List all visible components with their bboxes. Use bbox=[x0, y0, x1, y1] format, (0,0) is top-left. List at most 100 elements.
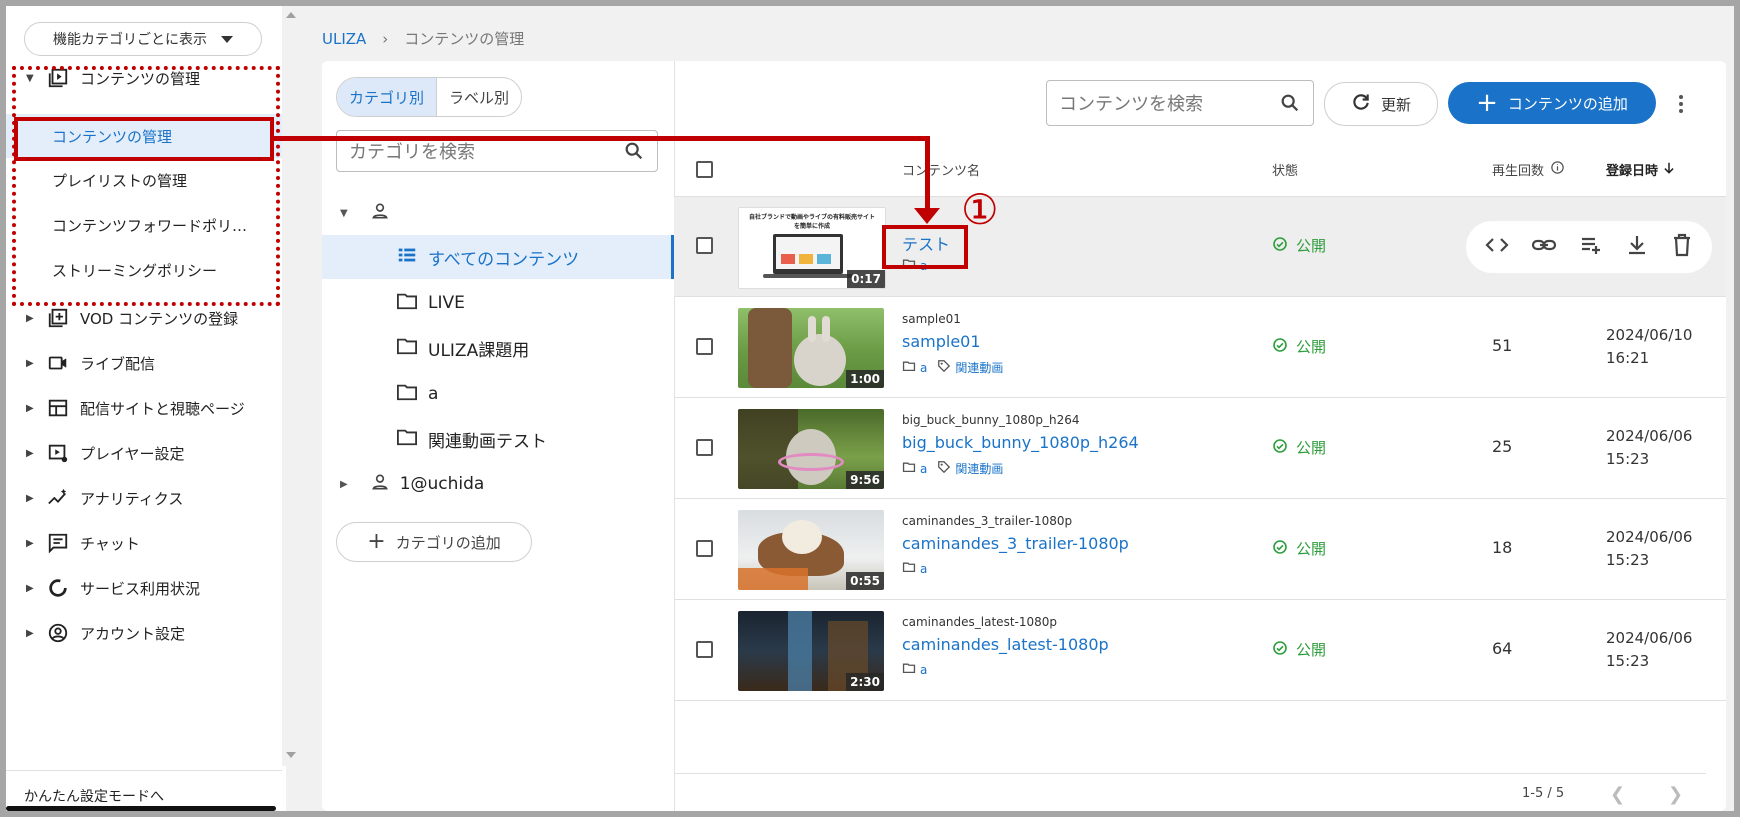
expand-closed-icon: ▶ bbox=[26, 402, 34, 414]
header-plays[interactable]: 再生回数 bbox=[1492, 160, 1565, 179]
nav-item-label: アカウント設定 bbox=[80, 624, 186, 643]
table-row[interactable]: 1:00 sample01 sample01 a 関連動画 公開 51 2024… bbox=[674, 298, 1726, 398]
nav-item-label: プレイヤー設定 bbox=[80, 444, 185, 463]
nav-scrollbar-horizontal[interactable] bbox=[6, 806, 276, 811]
app-window: 機能カテゴリごとに表示 ▼ コンテンツの管理 コンテンツの管理 プレイリストの管… bbox=[0, 0, 1740, 817]
check-circle-icon bbox=[1272, 337, 1288, 357]
scroll-up-icon[interactable] bbox=[286, 12, 296, 18]
registered-date-time: 15:23 bbox=[1606, 450, 1650, 468]
tree-folder-related[interactable]: 関連動画テスト bbox=[396, 417, 547, 461]
table-row[interactable]: 2:30 caminandes_latest-1080p caminandes_… bbox=[674, 601, 1726, 701]
nav-item-analytics[interactable]: ▶ アナリティクス bbox=[6, 478, 282, 518]
select-all-checkbox[interactable] bbox=[696, 161, 713, 178]
breadcrumb-root[interactable]: ULIZA bbox=[322, 30, 366, 48]
tree-item-label: a bbox=[428, 384, 439, 404]
delete-icon[interactable] bbox=[1671, 233, 1693, 261]
video-thumbnail[interactable]: 0:55 bbox=[738, 510, 884, 590]
table-row[interactable]: 9:56 big_buck_bunny_1080p_h264 big_buck_… bbox=[674, 399, 1726, 499]
tree-folder-live[interactable]: LIVE bbox=[396, 281, 465, 325]
tag-category[interactable]: a bbox=[920, 462, 927, 476]
content-id: caminandes_latest-1080p bbox=[902, 615, 1058, 629]
tree-item-label: 1@uchida bbox=[399, 474, 485, 494]
category-search-placeholder: カテゴリを検索 bbox=[349, 142, 475, 163]
nav-item-label: 配信サイトと視聴ページ bbox=[80, 399, 245, 418]
folder-icon bbox=[902, 461, 916, 476]
tree-user-root[interactable]: ▼ bbox=[340, 191, 390, 235]
annotation-connector-horizontal bbox=[274, 136, 930, 141]
content-title-link[interactable]: caminandes_3_trailer-1080p bbox=[902, 534, 1129, 553]
tag-category[interactable]: a bbox=[920, 663, 927, 677]
nav-item-label: ライブ配信 bbox=[80, 354, 156, 373]
download-icon[interactable] bbox=[1625, 233, 1649, 261]
play-count: 25 bbox=[1492, 437, 1513, 456]
video-thumbnail[interactable]: 1:00 bbox=[738, 308, 884, 388]
tree-item-label: ULIZA課題用 bbox=[428, 340, 530, 361]
row-checkbox[interactable] bbox=[696, 338, 713, 355]
nav-item-live[interactable]: ▶ ライブ配信 bbox=[6, 343, 282, 383]
table-row[interactable]: 0:55 caminandes_3_trailer-1080p caminand… bbox=[674, 500, 1726, 600]
expand-closed-icon: ▶ bbox=[26, 312, 34, 324]
playlist-add-icon[interactable] bbox=[1579, 233, 1603, 261]
embed-code-icon[interactable] bbox=[1485, 233, 1509, 261]
nav-item-usage[interactable]: ▶ サービス利用状況 bbox=[6, 568, 282, 608]
nav-item-site[interactable]: ▶ 配信サイトと視聴ページ bbox=[6, 388, 282, 428]
tag-category[interactable]: a bbox=[920, 562, 927, 576]
video-duration: 1:00 bbox=[846, 370, 884, 388]
nav-item-chat[interactable]: ▶ チャット bbox=[6, 523, 282, 563]
add-content-button[interactable]: + コンテンツの追加 bbox=[1448, 82, 1656, 124]
refresh-label: 更新 bbox=[1380, 95, 1411, 114]
video-thumbnail[interactable]: 9:56 bbox=[738, 409, 884, 489]
tag-label[interactable]: 関連動画 bbox=[955, 460, 1003, 477]
content-title-link[interactable]: sample01 bbox=[902, 332, 981, 351]
more-vert-icon[interactable] bbox=[1678, 92, 1684, 116]
search-icon[interactable] bbox=[1279, 92, 1301, 119]
row-checkbox[interactable] bbox=[696, 641, 713, 658]
content-id: sample01 bbox=[902, 312, 961, 326]
annotation-highlight-nav bbox=[14, 117, 274, 161]
table-row[interactable]: 自社ブランドで動画やライブの有料販売サイト を簡単に作成 0:17 テスト a … bbox=[674, 197, 1726, 297]
row-checkbox[interactable] bbox=[696, 540, 713, 557]
scroll-down-icon[interactable] bbox=[286, 752, 296, 758]
video-thumbnail[interactable]: 2:30 bbox=[738, 611, 884, 691]
tag-category[interactable]: a bbox=[920, 361, 927, 375]
nav-item-label: アナリティクス bbox=[80, 489, 184, 508]
prev-page-icon[interactable]: ❮ bbox=[1610, 784, 1625, 805]
annotation-connector-vertical bbox=[925, 136, 930, 210]
tree-folder-uliza[interactable]: ULIZA課題用 bbox=[396, 326, 529, 370]
check-circle-icon bbox=[1272, 640, 1288, 660]
category-display-button[interactable]: 機能カテゴリごとに表示 bbox=[24, 22, 262, 56]
content-search-input[interactable]: コンテンツを検索 bbox=[1046, 80, 1314, 126]
refresh-button[interactable]: 更新 bbox=[1324, 82, 1438, 126]
plus-icon: + bbox=[367, 529, 386, 554]
content-title-link[interactable]: big_buck_bunny_1080p_h264 bbox=[902, 433, 1139, 452]
nav-item-player[interactable]: ▶ プレイヤー設定 bbox=[6, 433, 282, 473]
row-checkbox[interactable] bbox=[696, 237, 713, 254]
easy-mode-link[interactable]: かんたん設定モードへ bbox=[24, 786, 164, 806]
video-thumbnail[interactable]: 自社ブランドで動画やライブの有料販売サイト を簡単に作成 0:17 bbox=[738, 207, 886, 289]
row-checkbox[interactable] bbox=[696, 439, 713, 456]
registered-date-day: 2024/06/06 bbox=[1606, 427, 1693, 445]
tab-by-label[interactable]: ラベル別 bbox=[436, 78, 521, 116]
expand-closed-icon: ▶ bbox=[26, 492, 34, 504]
status-label: 公開 bbox=[1296, 237, 1327, 255]
tag-label[interactable]: 関連動画 bbox=[955, 359, 1003, 376]
info-icon[interactable] bbox=[1550, 160, 1565, 179]
tree-user-uchida[interactable]: ▶ 1@uchida bbox=[340, 462, 484, 506]
header-date[interactable]: 登録日時 bbox=[1606, 160, 1676, 179]
status-label: 公開 bbox=[1296, 439, 1327, 457]
link-icon[interactable] bbox=[1531, 233, 1557, 261]
nav-scrollbar[interactable] bbox=[282, 6, 299, 766]
search-icon[interactable] bbox=[623, 140, 645, 167]
video-duration: 0:55 bbox=[846, 572, 884, 590]
tree-item-all[interactable]: すべてのコンテンツ bbox=[396, 235, 579, 279]
user-icon bbox=[370, 201, 390, 226]
tab-by-category[interactable]: カテゴリ別 bbox=[337, 78, 437, 116]
content-title-link[interactable]: caminandes_latest-1080p bbox=[902, 635, 1109, 654]
next-page-icon[interactable]: ❯ bbox=[1668, 784, 1683, 805]
add-library-icon bbox=[46, 306, 70, 330]
tree-folder-a[interactable]: a bbox=[396, 372, 438, 416]
header-content-name[interactable]: コンテンツ名 bbox=[902, 160, 980, 179]
nav-item-account[interactable]: ▶ アカウント設定 bbox=[6, 613, 282, 653]
status-public: 公開 bbox=[1272, 336, 1326, 357]
add-category-button[interactable]: + カテゴリの追加 bbox=[336, 522, 532, 562]
